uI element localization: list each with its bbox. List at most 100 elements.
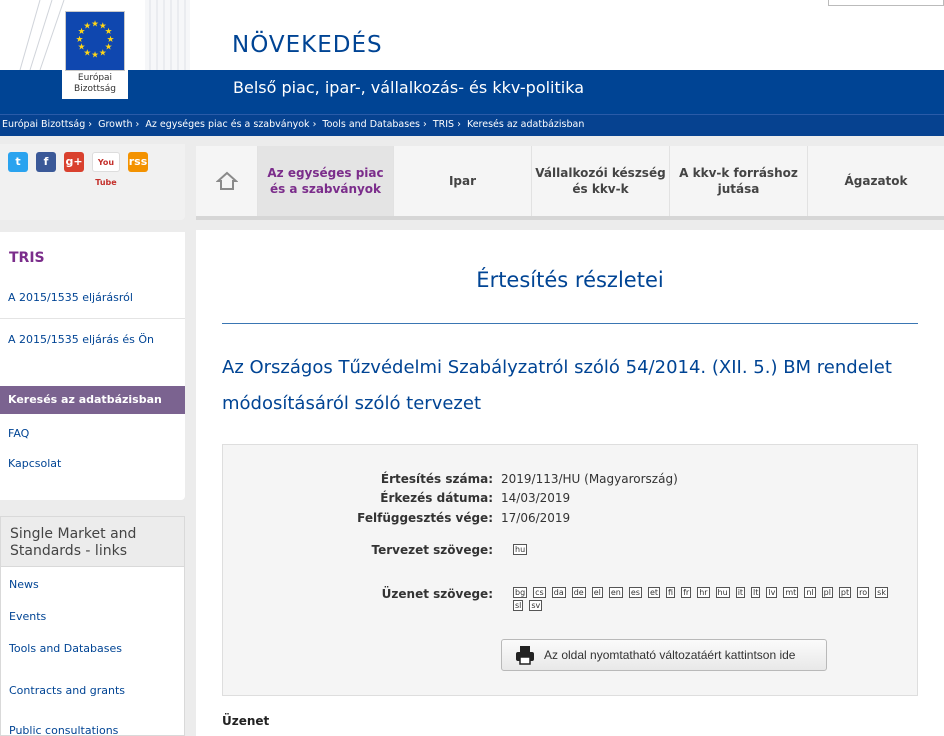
language-link-de[interactable]: de — [571, 587, 586, 598]
main-content: Értesítés részletei Az Országos Tűzvédel… — [196, 230, 944, 736]
logo-line1: Európai — [77, 73, 113, 83]
title-divider — [222, 323, 918, 324]
svg-text:★: ★ — [83, 21, 91, 31]
language-link-sv[interactable]: sv — [529, 600, 543, 611]
language-link-en[interactable]: en — [608, 587, 623, 598]
message-text-label: Üzenet szövege: — [381, 587, 493, 601]
notification-number-value: 2019/113/HU (Magyarország) — [501, 472, 678, 486]
notification-title: Az Országos Tűzvédelmi Szabályzatról szó… — [222, 357, 892, 414]
sidebar-item-label: Keresés az adatbázisban — [8, 393, 162, 406]
header: NÖVEKEDÉS — [0, 0, 944, 70]
draft-language-links: hu — [513, 544, 903, 555]
sidebar-item-events[interactable]: Events — [9, 609, 46, 625]
sidebar-item-consultations[interactable]: Public consultations — [9, 723, 118, 736]
language-link-hr[interactable]: hr — [697, 587, 710, 598]
suspension-end-value: 17/06/2019 — [501, 511, 571, 525]
header-band: Belső piac, ipar-, vállalkozás- és kkv-p… — [0, 70, 944, 114]
language-link-sl[interactable]: sl — [513, 600, 524, 611]
sidebar-item-search[interactable]: Keresés az adatbázisban — [0, 386, 185, 414]
main-nav: Az egységes piac és a szabványok Ipar Vá… — [196, 146, 944, 220]
language-link-fi[interactable]: fi — [666, 587, 676, 598]
facebook-icon[interactable]: f — [36, 152, 56, 172]
language-link-it[interactable]: it — [735, 587, 746, 598]
language-link-pt[interactable]: pt — [838, 587, 852, 598]
sidebar-title: TRIS — [9, 250, 45, 266]
arrival-date-value: 14/03/2019 — [501, 491, 571, 505]
breadcrumb-item[interactable]: Growth — [98, 119, 132, 130]
sidebar-links-header: Single Market and Standards - links — [1, 517, 184, 567]
nav-industry[interactable]: Ipar — [394, 146, 532, 216]
site-title: NÖVEKEDÉS — [232, 32, 383, 58]
breadcrumb-separator: › — [457, 119, 461, 130]
rss-icon[interactable]: rss — [128, 152, 148, 172]
language-link-ro[interactable]: ro — [857, 587, 870, 598]
sidebar-links-title: Single Market and Standards - links — [10, 526, 137, 559]
sidebar-item-contact[interactable]: Kapcsolat — [8, 456, 61, 472]
sidebar-tris: TRIS A 2015/1535 eljárásról A 2015/1535 … — [0, 232, 185, 500]
home-icon — [215, 171, 238, 190]
nav-home[interactable] — [196, 146, 258, 216]
eu-logo[interactable]: ★ ★ ★ ★ ★ ★ ★ ★ ★ ★ ★ ★ Európai Bizottság — [62, 11, 128, 99]
language-link-et[interactable]: et — [647, 587, 661, 598]
breadcrumb-item: Keresés az adatbázisban — [466, 119, 585, 130]
notification-details: Értesítés száma: 2019/113/HU (Magyarorsz… — [222, 444, 918, 696]
language-link-da[interactable]: da — [551, 587, 566, 598]
language-link-sk[interactable]: sk — [875, 587, 888, 598]
nav-sme-finance[interactable]: A kkv-k forráshoz jutása — [670, 146, 808, 216]
sidebar-item-news[interactable]: News — [9, 577, 39, 593]
google-plus-icon[interactable]: g+ — [64, 152, 84, 172]
breadcrumb-separator: › — [135, 119, 140, 130]
nav-sectors[interactable]: Ágazatok — [808, 146, 944, 216]
sidebar-item-procedure[interactable]: A 2015/1535 eljárásról — [8, 290, 133, 306]
language-link-el[interactable]: el — [591, 587, 603, 598]
language-link-bg[interactable]: bg — [513, 587, 528, 598]
page-title: Értesítés részletei — [476, 268, 664, 292]
breadcrumb-item[interactable]: Tools and Databases — [322, 119, 420, 130]
breadcrumb-item[interactable]: Az egységes piac és a szabványok — [145, 119, 309, 130]
eu-flag-icon: ★ ★★ ★★★ ★★★ ★★★ — [65, 11, 125, 71]
breadcrumb-separator: › — [88, 119, 93, 130]
arrival-date-label: Érkezés dátuma: — [380, 491, 493, 505]
sidebar-item-contracts[interactable]: Contracts and grants — [9, 683, 125, 699]
breadcrumb-bar: Európai Bizottság › Growth › Az egységes p… — [0, 114, 944, 136]
language-link-hu[interactable]: hu — [513, 544, 528, 555]
breadcrumb-item[interactable]: Európai Bizottság — [2, 119, 85, 130]
language-link-mt[interactable]: mt — [783, 587, 799, 598]
logo-text: Európai Bizottság — [62, 73, 128, 95]
language-link-es[interactable]: es — [628, 587, 642, 598]
search-box[interactable] — [828, 0, 944, 6]
language-link-hu[interactable]: hu — [715, 587, 730, 598]
nav-bottom-strip — [196, 216, 944, 220]
breadcrumb-separator: › — [312, 119, 317, 130]
nav-entrepreneurship[interactable]: Vállalkozói készség és kkv-k — [532, 146, 670, 216]
language-link-lv[interactable]: lv — [766, 587, 778, 598]
breadcrumb-item[interactable]: TRIS — [433, 119, 454, 130]
site-subtitle: Belső piac, ipar-, vállalkozás- és kkv-p… — [233, 78, 585, 97]
language-link-lt[interactable]: lt — [751, 587, 761, 598]
breadcrumb: Európai Bizottság › Growth › Az egységes p… — [2, 119, 587, 130]
youtube-icon[interactable]: You Tube — [92, 152, 120, 187]
svg-text:★: ★ — [91, 50, 99, 60]
language-link-fr[interactable]: fr — [681, 587, 692, 598]
sidebar-divider — [0, 318, 185, 319]
message-heading: Üzenet — [222, 714, 270, 728]
nav-single-market[interactable]: Az egységes piac és a szabványok — [258, 146, 394, 216]
printer-icon — [516, 646, 534, 665]
language-link-cs[interactable]: cs — [533, 587, 546, 598]
sidebar-item-faq[interactable]: FAQ — [8, 426, 29, 442]
svg-text:★: ★ — [99, 49, 107, 59]
notification-number-label: Értesítés száma: — [380, 472, 493, 486]
language-link-pl[interactable]: pl — [821, 587, 833, 598]
print-version-button[interactable]: Az oldal nyomtatható változatáért kattin… — [501, 639, 827, 671]
sidebar-links: Single Market and Standards - links News… — [0, 516, 185, 736]
draft-text-label: Tervezet szövege: — [371, 543, 493, 557]
message-language-links: bg cs da de el en es et fi fr hr hu it lt lv mt nl pl pt ro… — [513, 587, 903, 611]
language-link-nl[interactable]: nl — [804, 587, 816, 598]
print-button-label: Az oldal nyomtatható változatáért kattin… — [544, 648, 796, 662]
breadcrumb-separator: › — [423, 119, 427, 130]
logo-line2: Bizottság — [74, 84, 116, 94]
sidebar-item-procedure-and-you[interactable]: A 2015/1535 eljárás és Ön — [8, 332, 168, 348]
social-box: t f g+ You Tube rss — [0, 144, 185, 220]
twitter-icon[interactable]: t — [8, 152, 28, 172]
sidebar-item-tools[interactable]: Tools and Databases — [9, 641, 122, 657]
